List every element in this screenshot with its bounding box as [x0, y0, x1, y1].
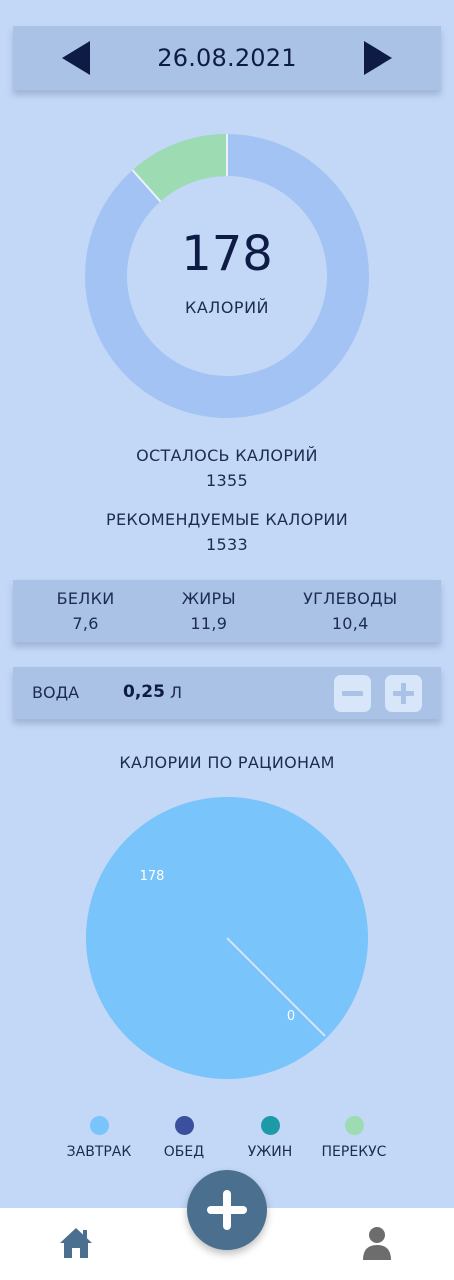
water-panel: ВОДА 0,25 Л [13, 667, 441, 719]
legend-item-lunch[interactable]: ОБЕД [150, 1116, 218, 1160]
macro-protein: БЕЛКИ 7,6 [57, 589, 115, 633]
macro-carbs: УГЛЕВОДЫ 10,4 [303, 589, 397, 633]
macro-protein-value: 7,6 [72, 614, 99, 633]
legend-item-breakfast[interactable]: ЗАВТРАК [55, 1116, 143, 1160]
macro-fat-value: 11,9 [190, 614, 228, 633]
legend-label-breakfast: ЗАВТРАК [66, 1144, 132, 1160]
legend-label-snack: ПЕРЕКУС [321, 1144, 387, 1160]
water-label: ВОДА [32, 683, 80, 702]
current-date[interactable]: 26.08.2021 [157, 44, 296, 72]
macro-protein-label: БЕЛКИ [56, 589, 115, 608]
next-day-button[interactable] [357, 38, 397, 78]
meals-pie-chart: 178 0 [86, 797, 368, 1079]
macro-fat: ЖИРЫ 11,9 [182, 589, 236, 633]
legend-dot-breakfast [89, 1116, 109, 1135]
triangle-left-icon [62, 41, 90, 75]
legend-dot-snack [344, 1116, 364, 1135]
meals-chart-title: КАЛОРИИ ПО РАЦИОНАМ [119, 753, 335, 772]
legend-item-snack[interactable]: ПЕРЕКУС [312, 1116, 396, 1160]
recommended-calories-value: 1533 [206, 535, 248, 554]
water-unit: Л [170, 683, 183, 702]
macro-carbs-label: УГЛЕВОДЫ [303, 589, 398, 608]
water-increase-button[interactable] [385, 675, 422, 712]
legend-label-dinner: УЖИН [247, 1144, 293, 1160]
donut-center: 178 КАЛОРИЙ [85, 134, 369, 418]
recommended-calories: РЕКОМЕНДУЕМЫЕ КАЛОРИИ 1533 [0, 510, 454, 554]
legend-dot-lunch [174, 1116, 194, 1135]
water-value: 0,25 [123, 682, 165, 702]
prev-day-button[interactable] [57, 38, 97, 78]
calorie-donut: 178 КАЛОРИЙ [85, 134, 369, 418]
plus-icon [207, 1190, 247, 1230]
calories-unit: КАЛОРИЙ [184, 297, 269, 317]
triangle-right-icon [363, 41, 392, 75]
legend-dot-dinner [260, 1116, 280, 1135]
plus-icon [393, 683, 414, 704]
legend-label-lunch: ОБЕД [163, 1144, 205, 1160]
macro-carbs-value: 10,4 [331, 614, 369, 633]
remaining-calories-value: 1355 [206, 471, 248, 490]
user-icon[interactable] [362, 1225, 392, 1261]
minus-icon [342, 691, 363, 696]
legend-item-dinner[interactable]: УЖИН [236, 1116, 304, 1160]
date-header: 26.08.2021 [13, 26, 441, 90]
home-icon[interactable] [59, 1226, 93, 1260]
water-decrease-button[interactable] [334, 675, 371, 712]
macros-panel: БЕЛКИ 7,6 ЖИРЫ 11,9 УГЛЕВОДЫ 10,4 [13, 580, 441, 642]
recommended-calories-label: РЕКОМЕНДУЕМЫЕ КАЛОРИИ [106, 510, 348, 529]
calories-value: 178 [181, 225, 273, 282]
pie-label-other: 0 [287, 1009, 295, 1024]
macro-fat-label: ЖИРЫ [181, 589, 236, 608]
remaining-calories-label: ОСТАЛОСЬ КАЛОРИЙ [136, 446, 318, 465]
pie-label-breakfast: 178 [140, 869, 165, 884]
remaining-calories: ОСТАЛОСЬ КАЛОРИЙ 1355 [0, 446, 454, 490]
add-entry-button[interactable] [187, 1170, 267, 1250]
